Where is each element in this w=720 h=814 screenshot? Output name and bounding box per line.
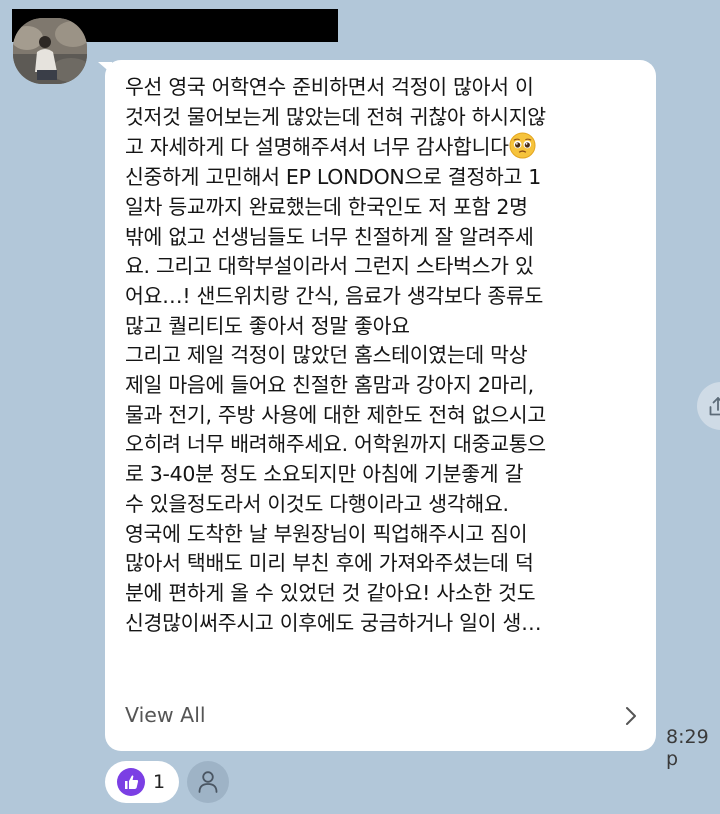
message-line: 영국에 도착한 날 부원장님이 픽업해주시고 짐이 xyxy=(125,521,528,546)
like-count: 1 xyxy=(153,771,166,793)
share-button[interactable] xyxy=(697,382,720,430)
view-all-label: View All xyxy=(125,703,206,727)
message-line: 그리고 제일 걱정이 많았던 홈스테이였는데 막상 xyxy=(125,343,528,368)
view-all-button[interactable]: View All xyxy=(125,700,640,734)
like-reaction-chip[interactable]: 1 xyxy=(105,761,179,803)
message-line: 물과 전기, 주방 사용에 대한 제한도 전혀 없으시고 xyxy=(125,402,546,427)
message-line: 일차 등교까지 완료했는데 한국인도 저 포함 2명 xyxy=(125,194,528,219)
message-text: 우선 영국 어학연수 준비하면서 걱정이 많아서 이 것저것 물어보는게 많았는… xyxy=(125,73,645,638)
avatar-photo xyxy=(13,18,87,84)
message-line: 분에 편하게 올 수 있었던 것 같아요! 사소한 것도 xyxy=(125,580,536,605)
message-line: 어요…! 샌드위치랑 간식, 음료가 생각보다 종류도 xyxy=(125,283,544,308)
message-line: 오히려 너무 배려해주세요. 어학원까지 대중교통으 xyxy=(125,432,546,457)
message-line: 것저것 물어보는게 많았는데 전혀 귀찮아 하시지않 xyxy=(125,104,546,129)
message-line: 신중하게 고민해서 EP LONDON으로 결정하고 1 xyxy=(125,165,541,190)
message-line: 밖에 없고 선생님들도 너무 친절하게 잘 알려주세 xyxy=(125,224,534,249)
person-icon xyxy=(198,771,218,793)
message-line: 로 3-40분 정도 소요되지만 아침에 기분좋게 갈 xyxy=(125,462,524,487)
message-timestamp: 8:29 p xyxy=(666,726,709,770)
message-line-with-emoji: 고 자세하게 다 설명해주셔서 너무 감사합니다 xyxy=(125,132,645,163)
message-line: 수 있을정도라서 이것도 다행이라고 생각해요. xyxy=(125,491,509,516)
message-line: 신경많이써주시고 이후에도 궁금하거나 일이 생… xyxy=(125,610,542,635)
chevron-right-icon xyxy=(626,707,636,725)
pleading-face-emoji xyxy=(509,132,536,159)
message-line: 고 자세하게 다 설명해주셔서 너무 감사합니다 xyxy=(125,135,509,160)
message-line: 많아서 택배도 미리 부친 후에 가져와주셨는데 덕 xyxy=(125,551,534,576)
thumbs-up-icon xyxy=(117,768,145,796)
message-line: 제일 마음에 들어요 친절한 홈맘과 강아지 2마리, xyxy=(125,373,534,398)
share-icon xyxy=(709,397,720,416)
message-line: 우선 영국 어학연수 준비하면서 걱정이 많아서 이 xyxy=(125,75,534,99)
add-reaction-button[interactable] xyxy=(187,761,229,803)
message-line: 요. 그리고 대학부설이라서 그런지 스타벅스가 있 xyxy=(125,254,534,279)
avatar[interactable] xyxy=(13,18,87,84)
message-line: 많고 퀄리티도 좋아서 정말 좋아요 xyxy=(125,313,410,338)
message-bubble[interactable]: 우선 영국 어학연수 준비하면서 걱정이 많아서 이 것저것 물어보는게 많았는… xyxy=(105,60,656,751)
